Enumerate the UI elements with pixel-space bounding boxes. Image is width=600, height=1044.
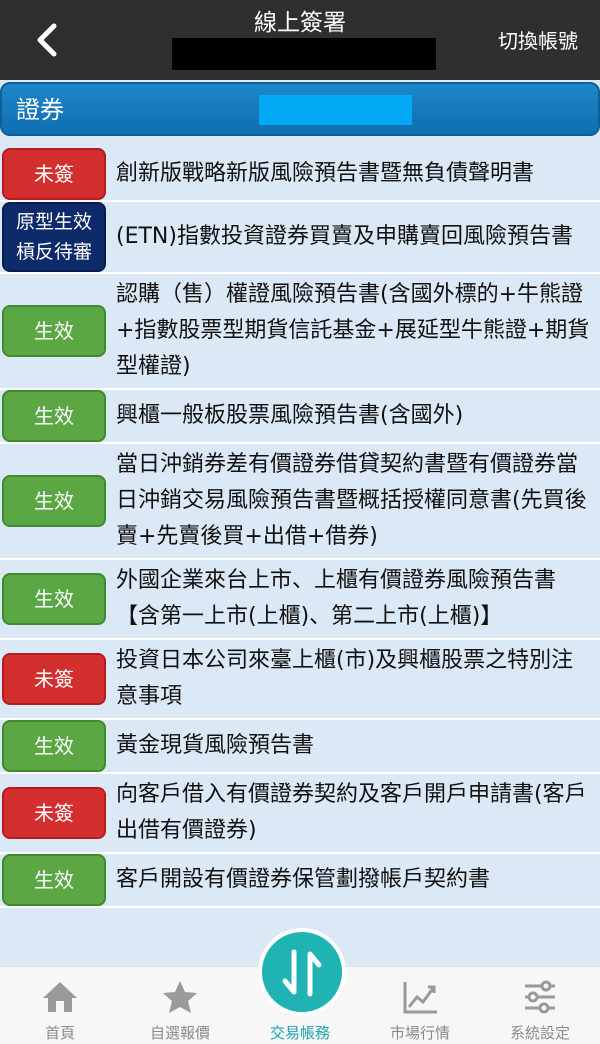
nav-settings-label: 系統設定 [509,1024,570,1042]
document-row[interactable]: 原型生效 槓反待審 (ETN)指數投資證券買賣及申購賣回風險預告書 [0,202,600,274]
status-badge[interactable]: 生效 [2,573,106,625]
nav-home[interactable]: 首頁 [0,967,120,1044]
nav-watchlist-label: 自選報價 [149,1024,210,1042]
document-row[interactable]: 未簽 向客戶借入有價證券契約及客戶開戶申請書(客戶出借有價證券) [0,774,600,854]
home-icon [43,982,77,1012]
status-badge[interactable]: 生效 [2,305,106,357]
document-title[interactable]: 向客戶借入有價證券契約及客戶開戶申請書(客戶出借有價證券) [106,774,600,852]
section-bar: 證券 [0,82,600,136]
account-redaction [172,38,436,70]
nav-trade-label: 交易帳務 [269,1024,330,1042]
document-row[interactable]: 生效 黃金現貨風險預告書 [0,720,600,774]
status-badge[interactable]: 原型生效 槓反待審 [2,202,106,272]
document-row[interactable]: 生效 認購（售）權證風險預告書(含國外標的+牛熊證+指數股票型期貨信託基金+展延型… [0,274,600,390]
document-title[interactable]: 創新版戰略新版風險預告書暨無負債聲明書 [106,153,600,195]
status-badge[interactable]: 未簽 [2,653,106,705]
status-badge[interactable]: 生效 [2,854,106,906]
trade-center-circle [262,932,342,1012]
document-title[interactable]: 黃金現貨風險預告書 [106,725,600,767]
document-row[interactable]: 生效 興櫃一般板股票風險預告書(含國外) [0,390,600,444]
document-title[interactable]: 外國企業來台上市、上櫃有價證券風險預告書【含第一上市(上櫃)、第二上市(上櫃)】 [106,560,600,638]
swap-arrows-icon [282,949,322,997]
document-title[interactable]: 當日沖銷券差有價證券借貸契約書暨有價證券當日沖銷交易風險預告書暨概括授權同意書(… [106,444,600,558]
status-badge[interactable]: 未簽 [2,148,106,200]
document-row[interactable]: 未簽 創新版戰略新版風險預告書暨無負債聲明書 [0,148,600,202]
section-header: 證券 [0,80,600,142]
switch-account-button[interactable]: 切換帳號 [498,28,578,54]
document-row[interactable]: 生效 外國企業來台上市、上櫃有價證券風險預告書【含第一上市(上櫃)、第二上市(上櫃… [0,560,600,640]
document-row[interactable]: 未簽 投資日本公司來臺上櫃(市)及興櫃股票之特別注意事項 [0,640,600,720]
document-title[interactable]: 客戶開設有價證券保管劃撥帳戶契約書 [106,859,600,901]
sliders-icon [525,980,555,1014]
account-number-redaction [259,95,412,125]
document-list: 未簽 創新版戰略新版風險預告書暨無負債聲明書 原型生效 槓反待審 (ETN)指數投資證券… [0,148,600,908]
nav-market[interactable]: 市場行情 [360,967,480,1044]
star-icon [163,981,197,1013]
document-title[interactable]: 興櫃一般板股票風險預告書(含國外) [106,395,600,437]
section-label: 證券 [16,96,64,124]
trade-center-button[interactable] [258,928,346,1016]
status-badge[interactable]: 生效 [2,720,106,772]
status-badge[interactable]: 未簽 [2,787,106,839]
document-title[interactable]: 認購（售）權證風險預告書(含國外標的+牛熊證+指數股票型期貨信託基金+展延型牛熊… [106,274,600,388]
document-title[interactable]: 投資日本公司來臺上櫃(市)及興櫃股票之特別注意事項 [106,640,600,718]
nav-market-label: 市場行情 [389,1024,450,1042]
nav-settings[interactable]: 系統設定 [480,967,600,1044]
status-badge[interactable]: 生效 [2,475,106,527]
app-header: 線上簽署 切換帳號 [0,0,600,80]
document-title[interactable]: (ETN)指數投資證券買賣及申購賣回風險預告書 [106,216,600,258]
nav-watchlist[interactable]: 自選報價 [120,967,240,1044]
status-badge[interactable]: 生效 [2,390,106,442]
document-row[interactable]: 生效 客戶開設有價證券保管劃撥帳戶契約書 [0,854,600,908]
document-row[interactable]: 生效 當日沖銷券差有價證券借貸契約書暨有價證券當日沖銷交易風險預告書暨概括授權同意… [0,444,600,560]
nav-home-label: 首頁 [44,1024,75,1042]
line-chart-icon [403,982,437,1014]
